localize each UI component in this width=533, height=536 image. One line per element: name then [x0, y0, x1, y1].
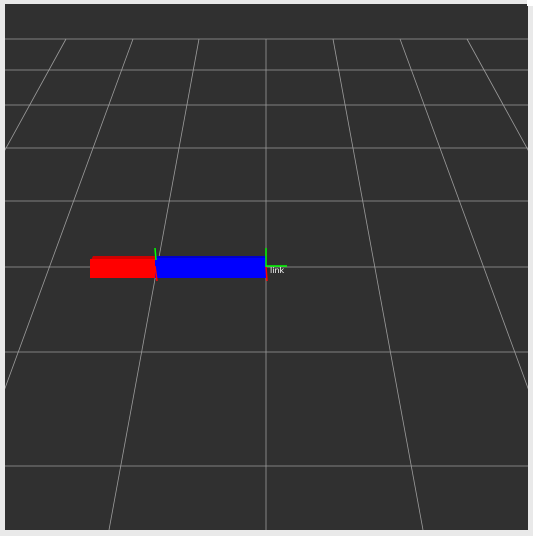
- link-segment-red[interactable]: [90, 256, 155, 278]
- grid-line: [5, 38, 67, 151]
- blue-box-front: [155, 257, 266, 278]
- link-label: link: [270, 266, 285, 275]
- ground-grid: [5, 38, 528, 530]
- grid-line: [332, 38, 424, 530]
- link-segment-blue[interactable]: [155, 256, 266, 278]
- render-window-frame: link: [0, 0, 533, 536]
- grid-line: [466, 38, 528, 151]
- red-box-front: [90, 259, 155, 278]
- blue-box-top: [156, 256, 266, 258]
- link-axes: [265, 248, 287, 282]
- window-corner-mark: [527, 0, 533, 6]
- 3d-viewport[interactable]: link: [5, 4, 528, 530]
- scene-canvas[interactable]: link: [5, 4, 528, 530]
- grid-line: [5, 38, 134, 390]
- axis-x-red: [265, 266, 268, 282]
- grid-line: [108, 38, 200, 530]
- grid-line: [399, 38, 528, 390]
- axis-z-green: [154, 247, 157, 261]
